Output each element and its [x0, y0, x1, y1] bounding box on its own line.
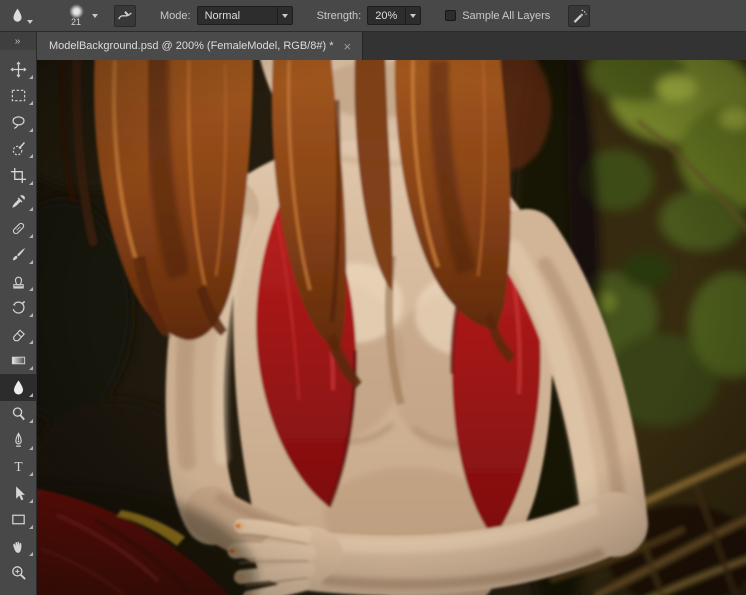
spot-healing-brush-tool-button[interactable]: [0, 215, 37, 242]
pen-pressure-icon: [118, 10, 132, 19]
tool-list: T: [0, 50, 37, 587]
mode-label: Mode:: [160, 9, 191, 22]
tools-panel: » T: [0, 32, 37, 595]
chevron-down-icon: [405, 7, 420, 24]
tool-preset-picker[interactable]: [8, 5, 36, 26]
zoom-tool-button[interactable]: [0, 560, 37, 587]
type-icon: T: [14, 459, 22, 474]
clone-stamp-icon: [13, 276, 24, 289]
hand-icon: [13, 541, 22, 553]
magnifier-icon: [12, 566, 26, 581]
eyedropper-icon: [12, 195, 25, 208]
sample-all-layers-checkbox[interactable]: Sample All Layers: [445, 10, 550, 22]
strength-dropdown[interactable]: 20%: [367, 6, 422, 25]
strength-label: Strength:: [316, 9, 362, 22]
crop-icon: [10, 167, 27, 183]
blur-droplet-icon: [13, 380, 24, 395]
document-canvas[interactable]: [37, 60, 746, 595]
hand-tool-button[interactable]: [0, 533, 37, 560]
sample-all-layers-label: Sample All Layers: [462, 9, 551, 22]
rectangle-shape-tool-button[interactable]: [0, 507, 37, 534]
rectangle-icon: [12, 514, 25, 525]
move-tool-button[interactable]: [0, 56, 37, 83]
blur-droplet-icon: [13, 8, 22, 22]
path-selection-tool-button[interactable]: [0, 480, 37, 507]
document-tab-bar: ModelBackground.psd @ 200% (FemaleModel,…: [37, 32, 746, 60]
airbrush-pressure-toggle-button[interactable]: [568, 4, 591, 27]
brush-icon: [12, 248, 26, 261]
lasso-icon: [12, 115, 25, 129]
quick-selection-tool-button[interactable]: [0, 136, 37, 163]
selection-arrow-icon: [16, 486, 25, 501]
photo-canvas-image: [37, 60, 746, 595]
blur-tool-button[interactable]: [0, 374, 37, 401]
eraser-tool-button[interactable]: [0, 321, 37, 348]
marquee-icon: [11, 89, 26, 102]
crop-tool-button[interactable]: [0, 162, 37, 189]
gradient-tool-button[interactable]: [0, 348, 37, 375]
chevron-down-icon: [27, 20, 33, 24]
mode-dropdown[interactable]: Normal: [196, 6, 293, 25]
history-brush-icon: [12, 301, 26, 314]
eyedropper-tool-button[interactable]: [0, 189, 37, 216]
options-bar: 21 Mode: Normal Strength: 20% Sample All…: [0, 0, 746, 32]
strength-value: 20%: [375, 9, 398, 22]
healing-bandaid-icon: [12, 222, 25, 234]
chevron-down-icon: [92, 13, 98, 18]
move-icon: [10, 61, 27, 78]
checkbox-box[interactable]: [445, 10, 457, 21]
eraser-icon: [13, 329, 25, 341]
brush-tool-button[interactable]: [0, 242, 37, 269]
pen-icon: [15, 432, 22, 447]
dodge-icon: [12, 407, 25, 421]
clone-stamp-tool-button[interactable]: [0, 268, 37, 295]
brush-size-value: 21: [70, 17, 81, 27]
chevron-down-icon: [276, 7, 292, 24]
mode-value: Normal: [204, 9, 241, 22]
pen-tool-button[interactable]: [0, 427, 37, 454]
close-tab-icon[interactable]: ×: [343, 40, 351, 53]
airbrush-icon: [573, 9, 587, 23]
dodge-tool-button[interactable]: [0, 401, 37, 428]
svg-text:T: T: [14, 459, 22, 474]
brush-preset-picker[interactable]: 21: [64, 4, 98, 27]
quick-selection-icon: [12, 142, 26, 156]
history-brush-tool-button[interactable]: [0, 295, 37, 322]
lasso-tool-button[interactable]: [0, 109, 37, 136]
document-tab-title: ModelBackground.psd @ 200% (FemaleModel,…: [49, 40, 334, 52]
rectangular-marquee-tool-button[interactable]: [0, 83, 37, 110]
brush-pressure-toggle-button[interactable]: [114, 4, 136, 27]
document-tab[interactable]: ModelBackground.psd @ 200% (FemaleModel,…: [37, 32, 364, 60]
collapse-panel-button[interactable]: »: [0, 32, 36, 50]
brush-preview-thumbnail: 21: [64, 4, 88, 27]
type-tool-button[interactable]: T: [0, 454, 37, 481]
gradient-icon: [11, 356, 26, 365]
